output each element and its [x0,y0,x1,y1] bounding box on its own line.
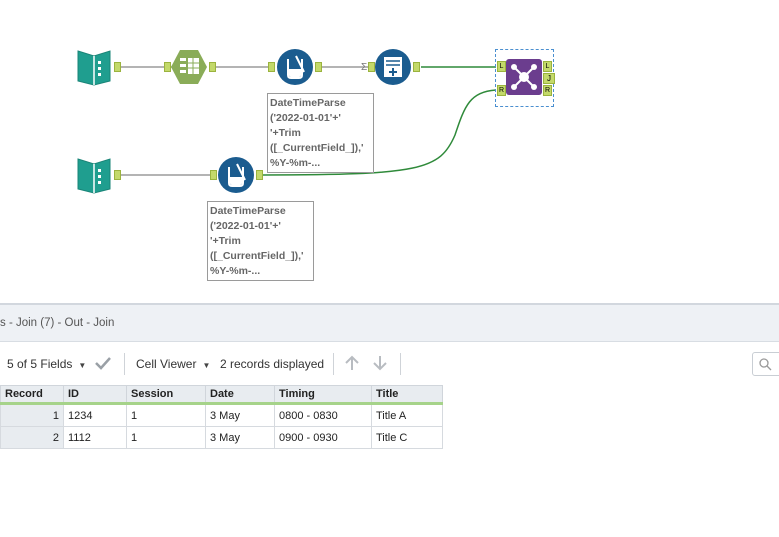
annotation-line: ('2022-01-01'+' [270,112,341,124]
toolbar-divider [333,353,334,375]
crosstab-tool[interactable] [374,48,412,86]
column-header-session[interactable]: Session [126,385,206,405]
input-data-tool-1[interactable] [75,48,113,86]
summarize-symbol: Σ [361,62,367,73]
results-table: Record ID Session Date Timing Title 1 12… [0,385,443,449]
join-out-right-label: R [544,87,551,94]
output-anchor[interactable] [413,62,420,72]
annotation-line: ('2022-01-01'+' [210,220,281,232]
table-cell[interactable]: 1 [126,403,206,427]
join-left-anchor[interactable]: L [497,61,506,72]
arrow-up-icon[interactable] [344,354,360,372]
select-fields-icon [171,50,207,84]
connection-wires: Σ [121,62,497,176]
record-number-cell[interactable]: 2 [0,426,64,449]
column-header-date[interactable]: Date [205,385,275,405]
record-number-cell[interactable]: 1 [0,403,64,427]
output-anchor[interactable] [114,170,121,180]
datetime-annotation-2: DateTimeParse ('2022-01-01'+' '+Trim ([_… [207,201,314,281]
join-out-label: J [547,74,551,83]
table-row[interactable]: 2 1112 1 3 May 0900 - 0930 Title C [0,426,443,449]
results-panel: s - Join (7) - Out - Join 5 of 5 Fields ▼… [0,303,779,537]
column-header-title[interactable]: Title [371,385,443,405]
annotation-line: ([_CurrentField_]),' [270,142,364,154]
join-out-right-anchor[interactable]: R [543,85,552,96]
join-left-label: L [499,63,504,70]
search-input[interactable] [752,352,779,376]
annotation-line: %Y-%m-... [210,265,261,277]
join-network-icon [506,59,542,95]
table-row[interactable]: 1 1234 1 3 May 0800 - 0830 Title A [0,403,443,427]
results-title: s - Join (7) - Out - Join [0,305,779,342]
output-anchor[interactable] [256,170,263,180]
table-cell[interactable]: Title A [371,403,443,427]
fields-dropdown[interactable]: 5 of 5 Fields ▼ [7,357,86,371]
toolbar-divider [124,353,125,375]
datetime-annotation-1: DateTimeParse ('2022-01-01'+' '+Trim ([_… [267,93,374,173]
table-cell[interactable]: 0900 - 0930 [274,426,372,449]
join-out-left-anchor[interactable]: L [543,61,552,72]
search-icon [759,358,772,371]
workflow-canvas[interactable]: Σ L R L J R DateTimeParse ('2022-01-01'+… [0,0,779,300]
datetime-tool-1[interactable] [276,48,314,86]
table-cell[interactable]: Title C [371,426,443,449]
datetime-tool-2[interactable] [217,156,255,194]
table-cell[interactable]: 1 [126,426,206,449]
book-icon [77,158,111,194]
column-header-record[interactable]: Record [0,385,64,405]
fields-label: 5 of 5 Fields [7,357,73,371]
join-out-left-label: L [545,63,550,70]
cell-viewer-label: Cell Viewer [136,357,197,371]
checkmark-icon[interactable] [94,355,112,371]
table-cell[interactable]: 1112 [63,426,127,449]
annotation-line: '+Trim [210,235,241,247]
annotation-line: DateTimeParse [270,97,346,109]
beaker-icon [218,157,254,193]
table-header-row: Record ID Session Date Timing Title [0,385,443,405]
join-right-label: R [498,87,505,94]
chevron-down-icon: ▼ [202,361,211,370]
cell-viewer-dropdown[interactable]: Cell Viewer ▼ [136,357,210,371]
annotation-line: DateTimeParse [210,205,286,217]
results-toolbar: 5 of 5 Fields ▼ Cell Viewer ▼ 2 records di… [0,342,779,388]
toolbar-divider [400,353,401,375]
annotation-line: '+Trim [270,127,301,139]
output-anchor[interactable] [114,62,121,72]
output-anchor[interactable] [209,62,216,72]
annotation-line: %Y-%m-... [270,157,321,169]
annotation-line: ([_CurrentField_]),' [210,250,304,262]
arrow-down-icon[interactable] [372,354,388,372]
column-header-timing[interactable]: Timing [274,385,372,405]
input-data-tool-2[interactable] [75,156,113,194]
beaker-icon [277,49,313,85]
table-cell[interactable]: 1234 [63,403,127,427]
book-icon [77,50,111,86]
table-cell[interactable]: 3 May [205,403,275,427]
input-anchor[interactable] [268,62,275,72]
table-add-icon [375,49,411,85]
chevron-down-icon: ▼ [78,361,87,370]
records-count: 2 records displayed [220,357,325,371]
output-anchor[interactable] [315,62,322,72]
join-output-anchor[interactable]: J [543,73,555,84]
join-tool[interactable] [506,59,542,95]
input-anchor[interactable] [210,170,217,180]
select-tool[interactable] [170,48,208,86]
table-cell[interactable]: 3 May [205,426,275,449]
column-header-id[interactable]: ID [63,385,127,405]
join-right-anchor[interactable]: R [497,85,506,96]
table-cell[interactable]: 0800 - 0830 [274,403,372,427]
